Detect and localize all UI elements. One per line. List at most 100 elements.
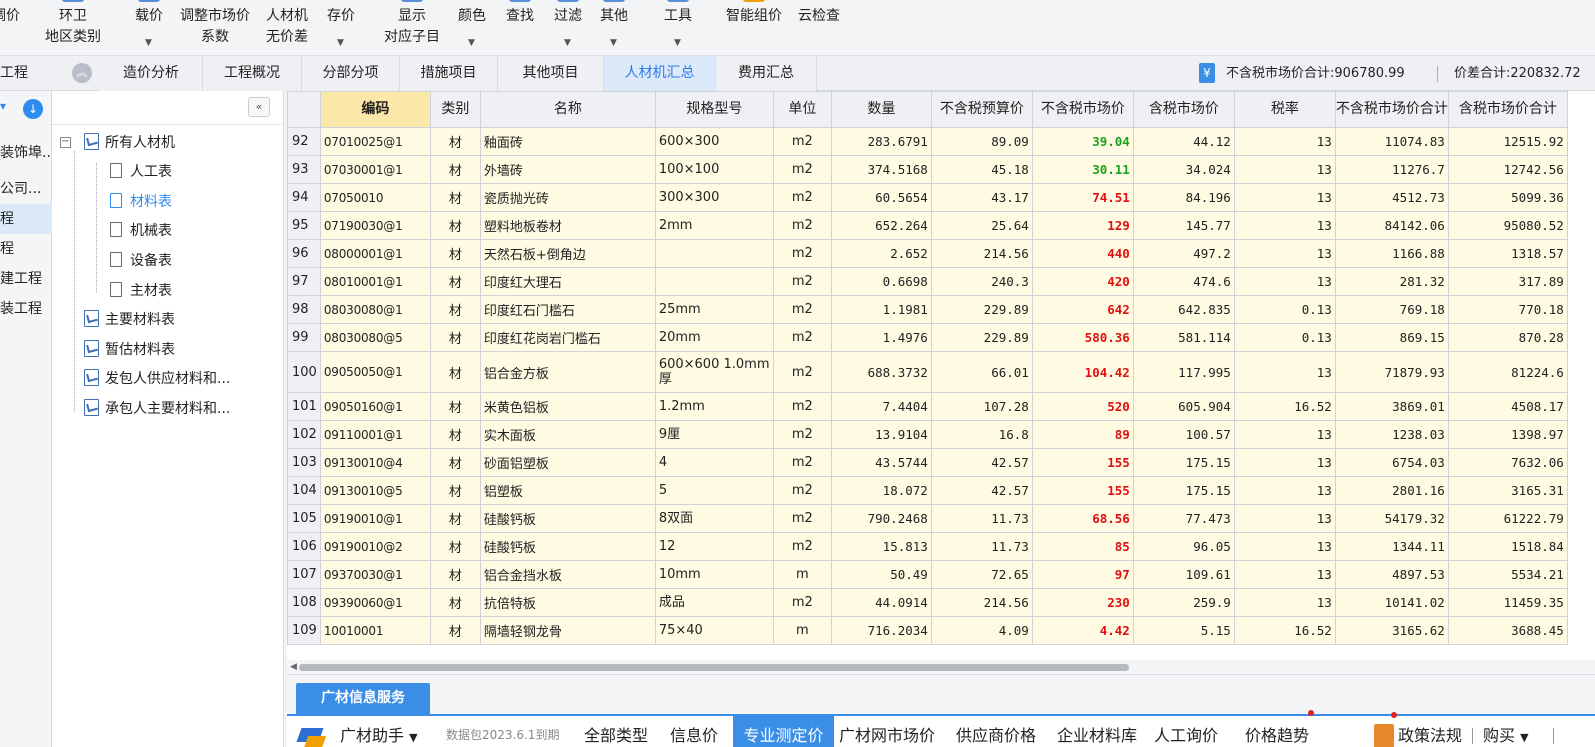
name-cell[interactable]: 印度红石门槛石 — [479, 295, 656, 324]
budget-price-cell[interactable]: 214.56 — [930, 239, 1033, 268]
tab-price-info-service[interactable]: 广材信息服务 — [296, 683, 430, 714]
row-number-cell[interactable]: 106 — [287, 532, 321, 561]
policy-link[interactable]: 政策法规 — [1398, 716, 1462, 747]
tax-rate-cell[interactable]: 13 — [1233, 448, 1336, 477]
code-cell[interactable]: 07010025@1 — [319, 127, 431, 156]
table-row[interactable]: 109 10010001 材隔墙轻钢龙骨 75×40 m 716.2034 4.09 4.42… — [287, 616, 1568, 645]
tax-rate-cell[interactable]: 13 — [1233, 588, 1336, 617]
unit-cell[interactable]: m2 — [772, 532, 832, 561]
row-number-cell[interactable]: 99 — [287, 323, 321, 352]
code-cell[interactable]: 08000001@1 — [319, 239, 431, 268]
type-cell[interactable]: 材 — [429, 267, 481, 296]
code-cell[interactable]: 09130010@4 — [319, 448, 431, 477]
name-cell[interactable]: 砂面铝塑板 — [479, 448, 656, 477]
row-number-cell[interactable]: 95 — [287, 211, 321, 240]
toolbar-button-smart-pricing[interactable]: 智能组价 — [722, 0, 786, 56]
table-row[interactable]: 100 09050050@1 材铝合金方板 600×600 1.0mm厚 m2 688.3… — [287, 351, 1568, 393]
type-cell[interactable]: 材 — [429, 448, 481, 477]
market-price-cell[interactable]: 39.04 — [1031, 127, 1134, 156]
tab-sub-items[interactable]: 分部分项 — [302, 56, 400, 91]
budget-price-cell[interactable]: 229.89 — [930, 323, 1033, 352]
spec-cell[interactable]: 100×100 — [654, 155, 774, 184]
assistant-dropdown[interactable]: 广材助手 ▼ — [340, 716, 418, 747]
type-cell[interactable]: 材 — [429, 127, 481, 156]
market-price-cell[interactable]: 30.11 — [1031, 155, 1134, 184]
spec-cell[interactable]: 600×600 1.0mm厚 — [654, 351, 774, 393]
tax-market-price-cell[interactable]: 5.15 — [1132, 616, 1235, 645]
table-row[interactable]: 92 07010025@1 材釉面砖 600×300 m2 283.6791 89.09 39… — [287, 127, 1568, 156]
type-cell[interactable]: 材 — [429, 392, 481, 421]
tax-market-total-cell[interactable]: 4508.17 — [1447, 392, 1568, 421]
budget-price-cell[interactable]: 66.01 — [930, 351, 1033, 393]
budget-price-cell[interactable]: 45.18 — [930, 155, 1033, 184]
tax-market-total-cell[interactable]: 870.28 — [1447, 323, 1568, 352]
spec-cell[interactable]: 12 — [654, 532, 774, 561]
name-cell[interactable]: 印度红大理石 — [479, 267, 656, 296]
name-cell[interactable]: 塑料地板卷材 — [479, 211, 656, 240]
unit-cell[interactable]: m2 — [772, 295, 832, 324]
row-number-cell[interactable]: 108 — [287, 588, 321, 617]
horizontal-scrollbar[interactable]: ◀ — [287, 660, 1595, 674]
column-header-code[interactable]: 编码 — [319, 91, 431, 128]
table-row[interactable]: 101 09050160@1 材米黄色铝板 1.2mm m2 7.4404 107.28 52… — [287, 392, 1568, 421]
budget-price-cell[interactable]: 16.8 — [930, 420, 1033, 449]
column-header-market-price[interactable]: 不含税市场价 — [1031, 91, 1134, 128]
market-total-cell[interactable]: 769.18 — [1334, 295, 1449, 324]
market-total-cell[interactable]: 4897.53 — [1334, 560, 1449, 589]
collapse-left-icon[interactable]: « — [248, 97, 270, 117]
toolbar-button-cloud-check[interactable]: 云检查 — [794, 0, 844, 56]
quantity-cell[interactable]: 43.5744 — [830, 448, 932, 477]
tree-node-materials[interactable]: 材料表 — [110, 190, 172, 214]
tree-node-owner-supplied[interactable]: 发包人供应材料和... — [84, 367, 230, 391]
tax-market-total-cell[interactable]: 12742.56 — [1447, 155, 1568, 184]
quantity-cell[interactable]: 13.9104 — [830, 420, 932, 449]
code-cell[interactable]: 08030080@5 — [319, 323, 431, 352]
budget-price-cell[interactable]: 240.3 — [930, 267, 1033, 296]
code-cell[interactable]: 09370030@1 — [319, 560, 431, 589]
type-cell[interactable]: 材 — [429, 323, 481, 352]
quantity-cell[interactable]: 790.2468 — [830, 504, 932, 533]
tree-node-key-materials[interactable]: 主要材料表 — [84, 308, 175, 332]
tax-market-total-cell[interactable]: 5099.36 — [1447, 183, 1568, 212]
type-cell[interactable]: 材 — [429, 504, 481, 533]
tab-cost-analysis[interactable]: 造价分析 — [100, 56, 203, 91]
type-cell[interactable]: 材 — [429, 420, 481, 449]
tree-node-equipment[interactable]: 设备表 — [110, 249, 172, 273]
scroll-left-icon[interactable]: ◀ — [290, 662, 297, 672]
project-nav-item[interactable]: 公司... — [0, 174, 52, 204]
market-total-cell[interactable]: 281.32 — [1334, 267, 1449, 296]
type-cell[interactable]: 材 — [429, 211, 481, 240]
market-price-cell[interactable]: 520 — [1031, 392, 1134, 421]
row-number-cell[interactable]: 105 — [287, 504, 321, 533]
tax-rate-cell[interactable]: 13 — [1233, 155, 1336, 184]
tax-market-price-cell[interactable]: 44.12 — [1132, 127, 1235, 156]
unit-cell[interactable]: m2 — [772, 448, 832, 477]
quantity-cell[interactable]: 0.6698 — [830, 267, 932, 296]
market-total-cell[interactable]: 3165.62 — [1334, 616, 1449, 645]
tree-node-contractor-materials[interactable]: 承包人主要材料和... — [84, 397, 230, 421]
toolbar-button-no-price-diff[interactable]: 人材机 无价差 — [262, 0, 312, 56]
table-row[interactable]: 104 09130010@5 材铝塑板 5 m2 18.072 42.57 155 175.15… — [287, 476, 1568, 505]
row-number-cell[interactable]: 98 — [287, 295, 321, 324]
name-cell[interactable]: 铝合金挡水板 — [479, 560, 656, 589]
market-total-cell[interactable]: 3869.01 — [1334, 392, 1449, 421]
unit-cell[interactable]: m2 — [772, 476, 832, 505]
type-cell[interactable]: 材 — [429, 532, 481, 561]
toolbar-button-region-category[interactable]: 环卫 地区类别 — [40, 0, 106, 56]
tax-rate-cell[interactable]: 0.13 — [1233, 323, 1336, 352]
row-number-cell[interactable]: 107 — [287, 560, 321, 589]
row-number-cell[interactable]: 109 — [287, 616, 321, 645]
unit-cell[interactable]: m2 — [772, 267, 832, 296]
table-row[interactable]: 102 09110001@1 材实木面板 9厘 m2 13.9104 16.8 89 100.5… — [287, 420, 1568, 449]
tax-rate-cell[interactable]: 13 — [1233, 267, 1336, 296]
market-price-cell[interactable]: 4.42 — [1031, 616, 1134, 645]
market-total-cell[interactable]: 11276.7 — [1334, 155, 1449, 184]
table-row[interactable]: 107 09370030@1 材铝合金挡水板 10mm m 50.49 72.65 97 109… — [287, 560, 1568, 589]
tax-market-total-cell[interactable]: 61222.79 — [1447, 504, 1568, 533]
table-row[interactable]: 103 09130010@4 材砂面铝塑板 4 m2 43.5744 42.57 155 175… — [287, 448, 1568, 477]
unit-cell[interactable]: m2 — [772, 351, 832, 393]
column-header-quantity[interactable]: 数量 — [830, 91, 932, 128]
unit-cell[interactable]: m2 — [772, 183, 832, 212]
market-total-cell[interactable]: 6754.03 — [1334, 448, 1449, 477]
budget-price-cell[interactable]: 42.57 — [930, 476, 1033, 505]
